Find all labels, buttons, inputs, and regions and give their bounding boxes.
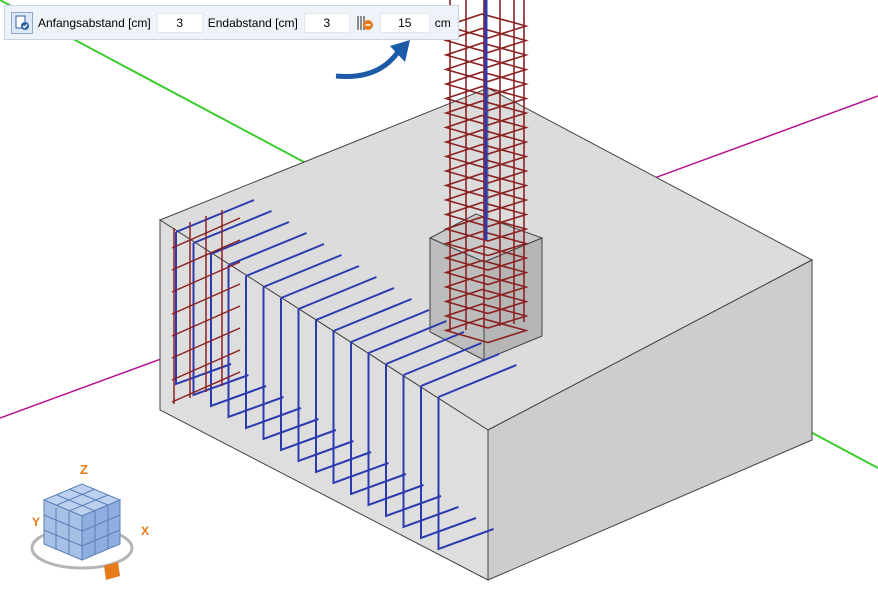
axis-label-z: Z bbox=[80, 462, 88, 477]
end-distance-input[interactable] bbox=[303, 12, 350, 33]
document-check-icon bbox=[15, 15, 29, 30]
spacing-input[interactable] bbox=[379, 12, 430, 33]
end-distance-label: Endabstand [cm] bbox=[207, 15, 298, 30]
axis-label-y: Y bbox=[32, 515, 40, 529]
axis-label-x: X bbox=[141, 524, 149, 538]
curved-arrow-icon bbox=[335, 50, 401, 79]
start-distance-label: Anfangsabstand [cm] bbox=[38, 15, 151, 30]
unit-label: cm bbox=[434, 15, 451, 30]
apply-button[interactable] bbox=[11, 11, 33, 34]
model-viewport[interactable]: Z Y X bbox=[0, 0, 878, 608]
spacing-icon[interactable] bbox=[356, 13, 374, 33]
navigation-cube[interactable]: Z Y X bbox=[30, 462, 149, 580]
input-toolbar: Anfangsabstand [cm] Endabstand [cm] cm bbox=[4, 5, 459, 40]
start-distance-input[interactable] bbox=[156, 12, 203, 33]
